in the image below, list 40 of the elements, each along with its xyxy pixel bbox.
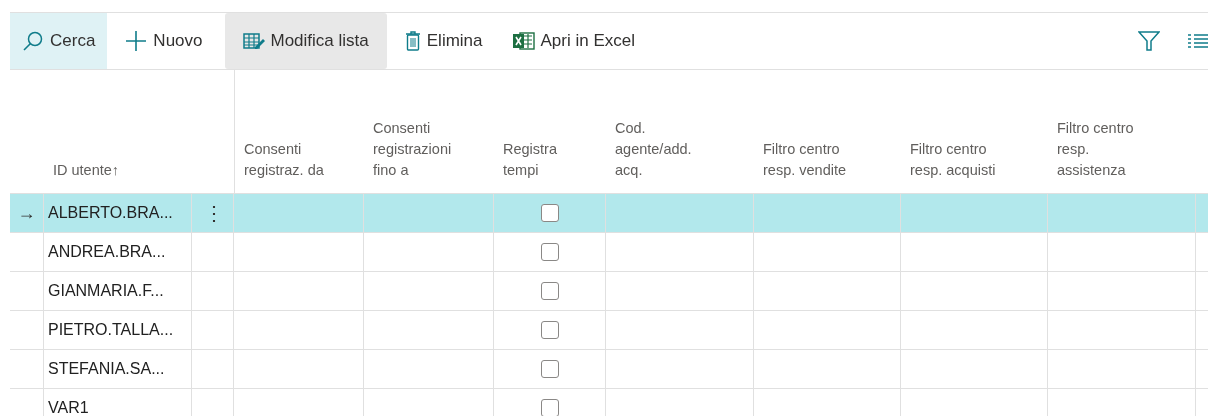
column-header[interactable]: Cod. agente/add. acq. bbox=[615, 117, 692, 181]
checkbox[interactable] bbox=[540, 399, 559, 416]
checkbox[interactable] bbox=[540, 321, 559, 339]
toolbar-button[interactable]: Cerca bbox=[10, 13, 108, 69]
filter-icon[interactable] bbox=[1138, 30, 1160, 52]
table-cell[interactable]: STEFANIA.SA... bbox=[44, 360, 165, 378]
list-icon[interactable] bbox=[1188, 33, 1208, 49]
column-header[interactable]: Filtro centro resp. assistenza bbox=[1057, 117, 1134, 181]
toolbar-button[interactable]: Apri in Excel bbox=[500, 13, 647, 69]
checkbox[interactable] bbox=[540, 204, 559, 222]
column-header[interactable]: Filtro centro resp. vendite bbox=[763, 138, 847, 181]
checkbox[interactable] bbox=[540, 360, 559, 378]
table-cell[interactable]: PIETRO.TALLA... bbox=[44, 321, 174, 339]
table-row[interactable]: PIETRO.TALLA... bbox=[10, 310, 1208, 349]
table-cell[interactable]: VAR1 bbox=[44, 399, 89, 416]
checkbox[interactable] bbox=[540, 282, 559, 300]
row-marker: → bbox=[17, 202, 36, 224]
table-row[interactable]: STEFANIA.SA... bbox=[10, 349, 1208, 388]
column-header[interactable]: Consenti registrazioni fino a bbox=[373, 117, 452, 181]
plus-icon bbox=[125, 30, 148, 52]
trash-icon bbox=[404, 30, 421, 52]
table-row[interactable]: ANDREA.BRA... bbox=[10, 232, 1208, 271]
row-menu-button[interactable]: ⋮ bbox=[204, 201, 224, 225]
spreadsheet-icon bbox=[512, 31, 535, 51]
column-header[interactable]: ID utente↑ bbox=[53, 160, 120, 181]
table-row[interactable]: → ALBERTO.BRA... ⋮ bbox=[10, 193, 1208, 232]
table-cell[interactable]: GIANMARIA.F... bbox=[44, 282, 164, 300]
toolbar-button[interactable]: Nuovo bbox=[113, 13, 215, 69]
checkbox[interactable] bbox=[540, 243, 559, 261]
table-pencil-icon bbox=[242, 31, 265, 51]
table-cell[interactable]: ANDREA.BRA... bbox=[44, 243, 166, 261]
column-header[interactable]: Filtro centro resp. acquisti bbox=[910, 138, 996, 181]
table-row[interactable]: GIANMARIA.F... bbox=[10, 271, 1208, 310]
table-cell[interactable]: ALBERTO.BRA... bbox=[44, 204, 173, 222]
column-header[interactable]: Consenti registraz. da bbox=[244, 138, 324, 181]
toolbar-button[interactable]: Elimina bbox=[392, 13, 495, 69]
table-row[interactable]: VAR1 bbox=[10, 388, 1208, 416]
search-icon bbox=[22, 30, 44, 52]
toolbar-button[interactable]: Modifica lista bbox=[224, 13, 387, 69]
column-header[interactable]: Registra tempi bbox=[503, 138, 557, 181]
